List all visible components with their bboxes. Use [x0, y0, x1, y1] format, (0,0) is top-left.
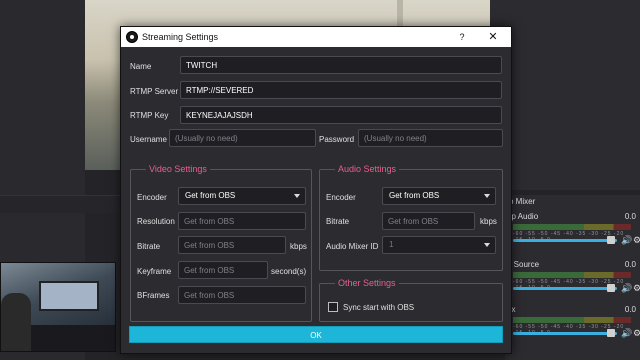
rtmp-server-input[interactable]: [180, 81, 502, 99]
gear-icon[interactable]: ⚙: [633, 328, 640, 339]
video-encoder-value: Get from OBS: [185, 191, 236, 200]
username-input[interactable]: [169, 129, 316, 147]
audio-mixer-id-value: 1: [389, 240, 394, 249]
help-button[interactable]: ?: [454, 30, 470, 44]
speaker-icon[interactable]: 🔊: [621, 328, 632, 339]
video-encoder-select[interactable]: Get from OBS: [178, 187, 306, 205]
webcam-background-monitor: [39, 281, 99, 311]
volume-slider-handle[interactable]: [607, 329, 615, 337]
video-bitrate-label: Bitrate: [137, 242, 161, 251]
audio-encoder-label: Encoder: [326, 193, 356, 202]
password-input[interactable]: [358, 129, 503, 147]
obs-logo-icon: [126, 31, 138, 43]
password-label: Password: [319, 135, 355, 144]
video-settings-title: Video Settings: [146, 164, 210, 174]
other-settings-title: Other Settings: [335, 278, 399, 288]
video-encoder-label: Encoder: [137, 193, 167, 202]
level-meter: [513, 224, 631, 230]
resolution-label: Resolution: [137, 217, 175, 226]
audio-mixer-id-select[interactable]: 1: [382, 236, 496, 254]
channel-db: 0.0: [624, 260, 636, 269]
mixer-channel: ux 0.0 -60 -55 -50 -45 -40 -35 -30 -25 -…: [505, 305, 640, 345]
video-bitrate-unit: kbps: [290, 242, 307, 251]
audio-mixer: o Mixer op Audio 0.0 -60 -55 -50 -45 -40…: [505, 195, 640, 360]
audio-bitrate-unit: kbps: [480, 217, 497, 226]
keyframe-input[interactable]: [178, 261, 268, 279]
name-label: Name: [130, 62, 152, 71]
level-meter: [513, 272, 631, 278]
level-meter: [513, 317, 631, 323]
chevron-down-icon: [294, 194, 300, 198]
username-label: Username: [130, 135, 167, 144]
channel-db: 0.0: [624, 212, 636, 221]
volume-slider[interactable]: [513, 239, 617, 242]
audio-bitrate-label: Bitrate: [326, 217, 350, 226]
chevron-down-icon: [484, 194, 490, 198]
audio-mixer-id-label: Audio Mixer ID: [326, 242, 379, 251]
webcam-desk: [21, 325, 115, 351]
close-icon[interactable]: ✕: [485, 30, 501, 44]
keyframe-label: Keyframe: [137, 267, 172, 276]
rtmp-server-label: RTMP Server: [130, 87, 179, 96]
speaker-icon[interactable]: 🔊: [621, 235, 632, 246]
sync-start-checkbox[interactable]: [328, 302, 338, 312]
webcam-person: [1, 293, 31, 351]
keyframe-unit: second(s): [271, 267, 307, 276]
ok-button[interactable]: OK: [129, 326, 503, 343]
gear-icon[interactable]: ⚙: [633, 283, 640, 294]
volume-slider-handle[interactable]: [607, 284, 615, 292]
volume-slider[interactable]: [513, 332, 617, 335]
mixer-title: o Mixer: [509, 197, 536, 206]
dialog-titlebar[interactable]: Streaming Settings ? ✕: [121, 27, 511, 47]
resolution-input[interactable]: [178, 212, 306, 230]
audio-encoder-value: Get from OBS: [389, 191, 440, 200]
streaming-settings-dialog: Streaming Settings ? ✕ Name RTMP Server …: [120, 26, 512, 354]
audio-bitrate-input[interactable]: [382, 212, 475, 230]
audio-encoder-select[interactable]: Get from OBS: [382, 187, 496, 205]
name-input[interactable]: [180, 56, 502, 74]
audio-settings-title: Audio Settings: [335, 164, 400, 174]
rtmp-key-label: RTMP Key: [130, 111, 169, 120]
speaker-icon[interactable]: 🔊: [621, 283, 632, 294]
dialog-title: Streaming Settings: [142, 32, 219, 42]
volume-slider-handle[interactable]: [607, 236, 615, 244]
gear-icon[interactable]: ⚙: [633, 235, 640, 246]
obs-panel-header: [0, 195, 120, 213]
chevron-down-icon: [484, 243, 490, 247]
sync-start-label: Sync start with OBS: [343, 303, 415, 312]
obs-right-panel: [490, 0, 640, 190]
webcam-overlay: [0, 262, 116, 352]
video-bitrate-input[interactable]: [178, 236, 286, 254]
bframes-label: BFrames: [137, 291, 170, 300]
rtmp-key-input[interactable]: [180, 106, 502, 124]
volume-slider[interactable]: [513, 287, 617, 290]
channel-db: 0.0: [624, 305, 636, 314]
mixer-channel: op Audio 0.0 -60 -55 -50 -45 -40 -35 -30…: [505, 212, 640, 252]
bframes-input[interactable]: [178, 286, 306, 304]
mixer-channel: n Source 0.0 -60 -55 -50 -45 -40 -35 -30…: [505, 260, 640, 300]
